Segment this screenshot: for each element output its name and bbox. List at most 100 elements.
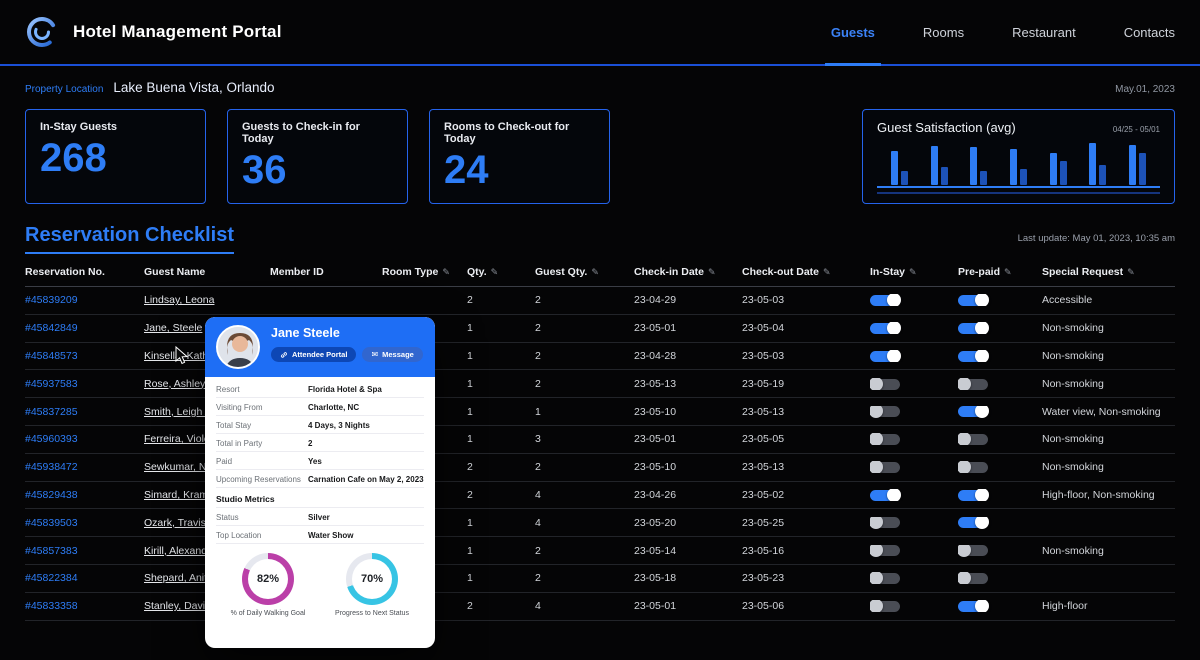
special-request-cell: High-floor, Non-smoking (1042, 489, 1175, 501)
reservation-number-link[interactable]: #45848573 (25, 350, 144, 362)
edit-column-icon[interactable]: ✎ (1004, 267, 1012, 278)
in-stay-toggle[interactable] (870, 406, 900, 417)
edit-column-icon[interactable]: ✎ (591, 267, 599, 278)
pre-paid-toggle[interactable] (958, 406, 988, 417)
table-row[interactable]: #45857383 Kirill, Alexand 1 2 23-05-14 2… (25, 537, 1175, 565)
guest-name-link[interactable]: Ozark, Travis (144, 517, 206, 529)
guest-name-link[interactable]: Rose, Ashley (144, 378, 205, 390)
guest-satisfaction-card: Guest Satisfaction (avg) 04/25 - 05/01 (862, 109, 1175, 204)
table-row[interactable]: #45839209 Lindsay, Leona 2 2 23-04-29 23… (25, 287, 1175, 315)
in-stay-toggle[interactable] (870, 517, 900, 528)
reservation-number-link[interactable]: #45839503 (25, 517, 144, 529)
table-row[interactable]: #45937583 Rose, Ashley 1 2 23-05-13 23-0… (25, 370, 1175, 398)
attendee-portal-button[interactable]: Attendee Portal (271, 347, 356, 362)
pre-paid-toggle[interactable] (958, 379, 988, 390)
pre-paid-toggle[interactable] (958, 351, 988, 362)
in-stay-toggle[interactable] (870, 351, 900, 362)
guest-name-link[interactable]: Jane, Steele (144, 322, 202, 334)
reservation-number-link[interactable]: #45837285 (25, 406, 144, 418)
in-stay-toggle[interactable] (870, 462, 900, 473)
pre-paid-toggle[interactable] (958, 462, 988, 473)
in-stay-toggle[interactable] (870, 295, 900, 306)
column-header-guest-name: Guest Name (144, 266, 270, 278)
edit-column-icon[interactable]: ✎ (442, 267, 450, 278)
table-row[interactable]: #45833358 Stanley, David 2 4 23-05-01 23… (25, 593, 1175, 621)
guest-qty-cell: 1 (535, 406, 634, 418)
next-status-donut: 70% Progress to Next Status (324, 553, 420, 617)
table-row[interactable]: #45837285 Smith, Leigh A 1 1 23-05-10 23… (25, 398, 1175, 426)
guest-name-link[interactable]: Stanley, David (144, 600, 211, 612)
in-stay-toggle[interactable] (870, 545, 900, 556)
section-title: Reservation Checklist (25, 224, 234, 254)
reservation-number-link[interactable]: #45839209 (25, 294, 144, 306)
envelope-icon: ✉ (371, 351, 378, 359)
guest-name-link[interactable]: Sewkumar, No (144, 461, 212, 473)
check-in-date-cell: 23-05-14 (634, 545, 742, 557)
table-row[interactable]: #45960393 Ferreira, Viole 1 3 23-05-01 2… (25, 426, 1175, 454)
check-out-date-cell: 23-05-25 (742, 517, 870, 529)
guest-name-link[interactable]: Shepard, Anita (144, 572, 213, 584)
guest-qty-cell: 2 (535, 545, 634, 557)
pre-paid-toggle[interactable] (958, 601, 988, 612)
table-row[interactable]: #45842849 Jane, Steele 1 2 23-05-01 23-0… (25, 315, 1175, 343)
check-in-date-cell: 23-04-29 (634, 294, 742, 306)
guest-avatar (216, 325, 260, 369)
edit-column-icon[interactable]: ✎ (1127, 267, 1135, 278)
edit-column-icon[interactable]: ✎ (823, 267, 831, 278)
guest-qty-cell: 2 (535, 294, 634, 306)
last-update-text: Last update: May 01, 2023, 10:35 am (1018, 233, 1175, 244)
satisfaction-date-range: 04/25 - 05/01 (1113, 125, 1160, 134)
edit-column-icon[interactable]: ✎ (708, 267, 716, 278)
qty-cell: 1 (467, 322, 535, 334)
in-stay-toggle[interactable] (870, 601, 900, 612)
reservation-number-link[interactable]: #45833358 (25, 600, 144, 612)
edit-column-icon[interactable]: ✎ (909, 267, 917, 278)
pre-paid-toggle[interactable] (958, 434, 988, 445)
reservation-number-link[interactable]: #45822384 (25, 572, 144, 584)
guest-qty-cell: 2 (535, 461, 634, 473)
guest-name-link[interactable]: Smith, Leigh A (144, 406, 212, 418)
reservation-number-link[interactable]: #45938472 (25, 461, 144, 473)
table-row[interactable]: #45822384 Shepard, Anita 1 2 23-05-18 23… (25, 565, 1175, 593)
nav-tab-restaurant[interactable]: Restaurant (1012, 0, 1076, 64)
qty-cell: 2 (467, 294, 535, 306)
in-stay-toggle[interactable] (870, 323, 900, 334)
table-row[interactable]: #45938472 Sewkumar, No 2 2 23-05-10 23-0… (25, 454, 1175, 482)
table-row[interactable]: #45848573 Kinsella, Kathl 1 2 23-04-28 2… (25, 343, 1175, 371)
pre-paid-toggle[interactable] (958, 517, 988, 528)
edit-column-icon[interactable]: ✎ (491, 267, 499, 278)
reservation-number-link[interactable]: #45829438 (25, 489, 144, 501)
in-stay-toggle[interactable] (870, 573, 900, 584)
in-stay-toggle[interactable] (870, 379, 900, 390)
guest-name-link[interactable]: Ferreira, Viole (144, 433, 210, 445)
table-row[interactable]: #45829438 Simard, Krame 2 4 23-04-26 23-… (25, 482, 1175, 510)
nav-tab-rooms[interactable]: Rooms (923, 0, 964, 64)
reservation-number-link[interactable]: #45960393 (25, 433, 144, 445)
column-header-check-in: Check-in Date✎ (634, 266, 742, 278)
reservation-number-link[interactable]: #45937583 (25, 378, 144, 390)
pre-paid-toggle[interactable] (958, 490, 988, 501)
nav-tab-contacts[interactable]: Contacts (1124, 0, 1175, 64)
nav-tab-guests[interactable]: Guests (831, 0, 875, 64)
qty-cell: 1 (467, 433, 535, 445)
property-location-label: Property Location (25, 84, 103, 95)
guest-name-link[interactable]: Lindsay, Leona (144, 294, 214, 306)
in-stay-toggle[interactable] (870, 434, 900, 445)
column-header-qty: Qty.✎ (467, 266, 535, 278)
stat-value: 268 (40, 137, 191, 179)
table-row[interactable]: #45839503 Ozark, Travis 1 4 23-05-20 23-… (25, 509, 1175, 537)
guest-name-link[interactable]: Simard, Krame (144, 489, 214, 501)
guest-name-link[interactable]: Kinsella, Kathl (144, 350, 211, 362)
reservation-number-link[interactable]: #45857383 (25, 545, 144, 557)
in-stay-toggle[interactable] (870, 490, 900, 501)
reservation-number-link[interactable]: #45842849 (25, 322, 144, 334)
donut-ring: 70% (346, 553, 398, 605)
pre-paid-toggle[interactable] (958, 323, 988, 334)
donut-percent: 82% (257, 573, 279, 585)
pre-paid-toggle[interactable] (958, 573, 988, 584)
guest-name-link[interactable]: Kirill, Alexand (144, 545, 207, 557)
qty-cell: 2 (467, 489, 535, 501)
pre-paid-toggle[interactable] (958, 295, 988, 306)
pre-paid-toggle[interactable] (958, 545, 988, 556)
message-button[interactable]: ✉ Message (362, 347, 422, 362)
